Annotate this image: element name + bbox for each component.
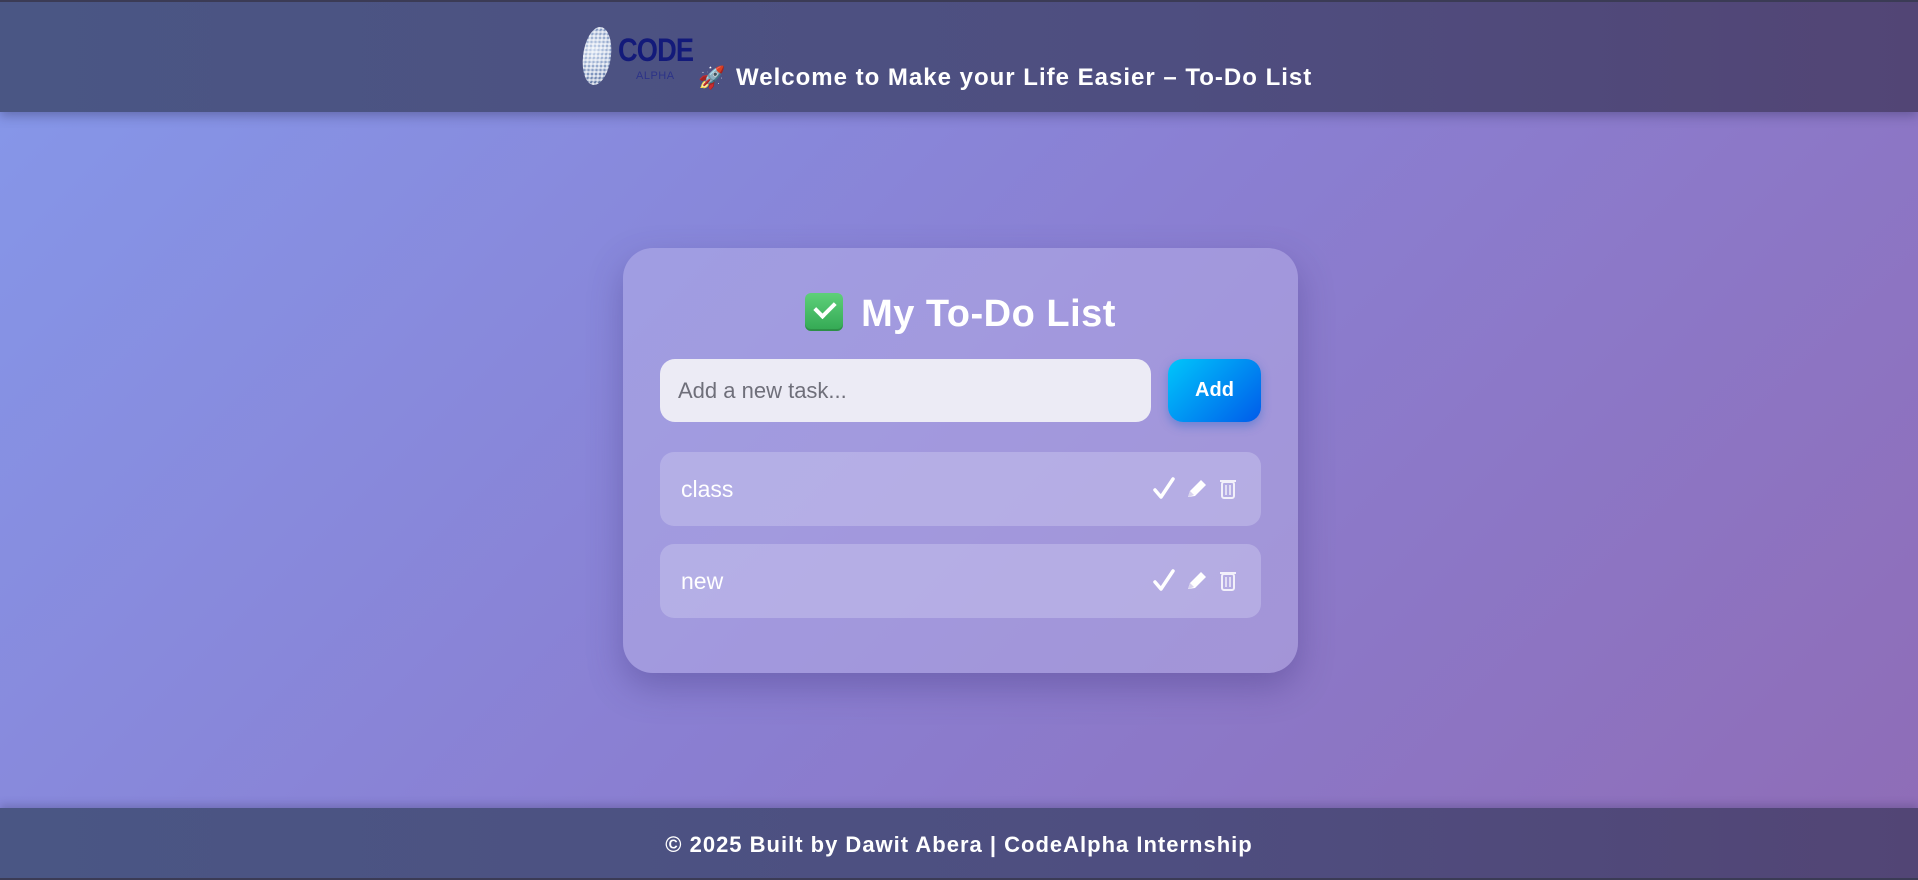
new-task-input[interactable] bbox=[660, 359, 1151, 422]
logo-text: CODE bbox=[618, 32, 694, 68]
card-title: My To-Do List bbox=[623, 293, 1298, 336]
task-actions bbox=[1145, 566, 1241, 596]
task-item: new bbox=[660, 544, 1261, 618]
todo-card: My To-Do List Add class new bbox=[623, 248, 1298, 673]
footer-bar: © 2025 Built by Dawit Abera | CodeAlpha … bbox=[0, 808, 1918, 880]
header-title-text: Welcome to Make your Life Easier – To-Do… bbox=[736, 64, 1313, 91]
add-task-button[interactable]: Add bbox=[1168, 359, 1261, 422]
edit-pencil-icon[interactable] bbox=[1183, 475, 1209, 503]
card-title-text: My To-Do List bbox=[861, 293, 1116, 335]
header-bar: CODE ALPHA 🚀 Welcome to Make your Life Ea… bbox=[0, 0, 1918, 112]
check-mark-box-icon bbox=[805, 293, 844, 331]
logo-subtext: ALPHA bbox=[636, 70, 675, 82]
rocket-icon: 🚀 bbox=[698, 65, 727, 90]
footer-text: © 2025 Built by Dawit Abera | CodeAlpha … bbox=[665, 832, 1253, 857]
codealpha-logo: CODE ALPHA bbox=[579, 26, 694, 88]
task-actions bbox=[1145, 474, 1241, 504]
task-text: new bbox=[681, 568, 724, 594]
header-title: 🚀 Welcome to Make your Life Easier – To-D… bbox=[698, 64, 1312, 92]
complete-check-icon[interactable] bbox=[1151, 567, 1177, 595]
globe-icon bbox=[579, 27, 615, 85]
edit-pencil-icon[interactable] bbox=[1183, 567, 1209, 595]
task-text: class bbox=[681, 476, 734, 502]
task-list: class new bbox=[660, 452, 1261, 636]
complete-check-icon[interactable] bbox=[1151, 475, 1177, 503]
delete-trash-icon[interactable] bbox=[1215, 475, 1241, 503]
task-item: class bbox=[660, 452, 1261, 526]
delete-trash-icon[interactable] bbox=[1215, 567, 1241, 595]
